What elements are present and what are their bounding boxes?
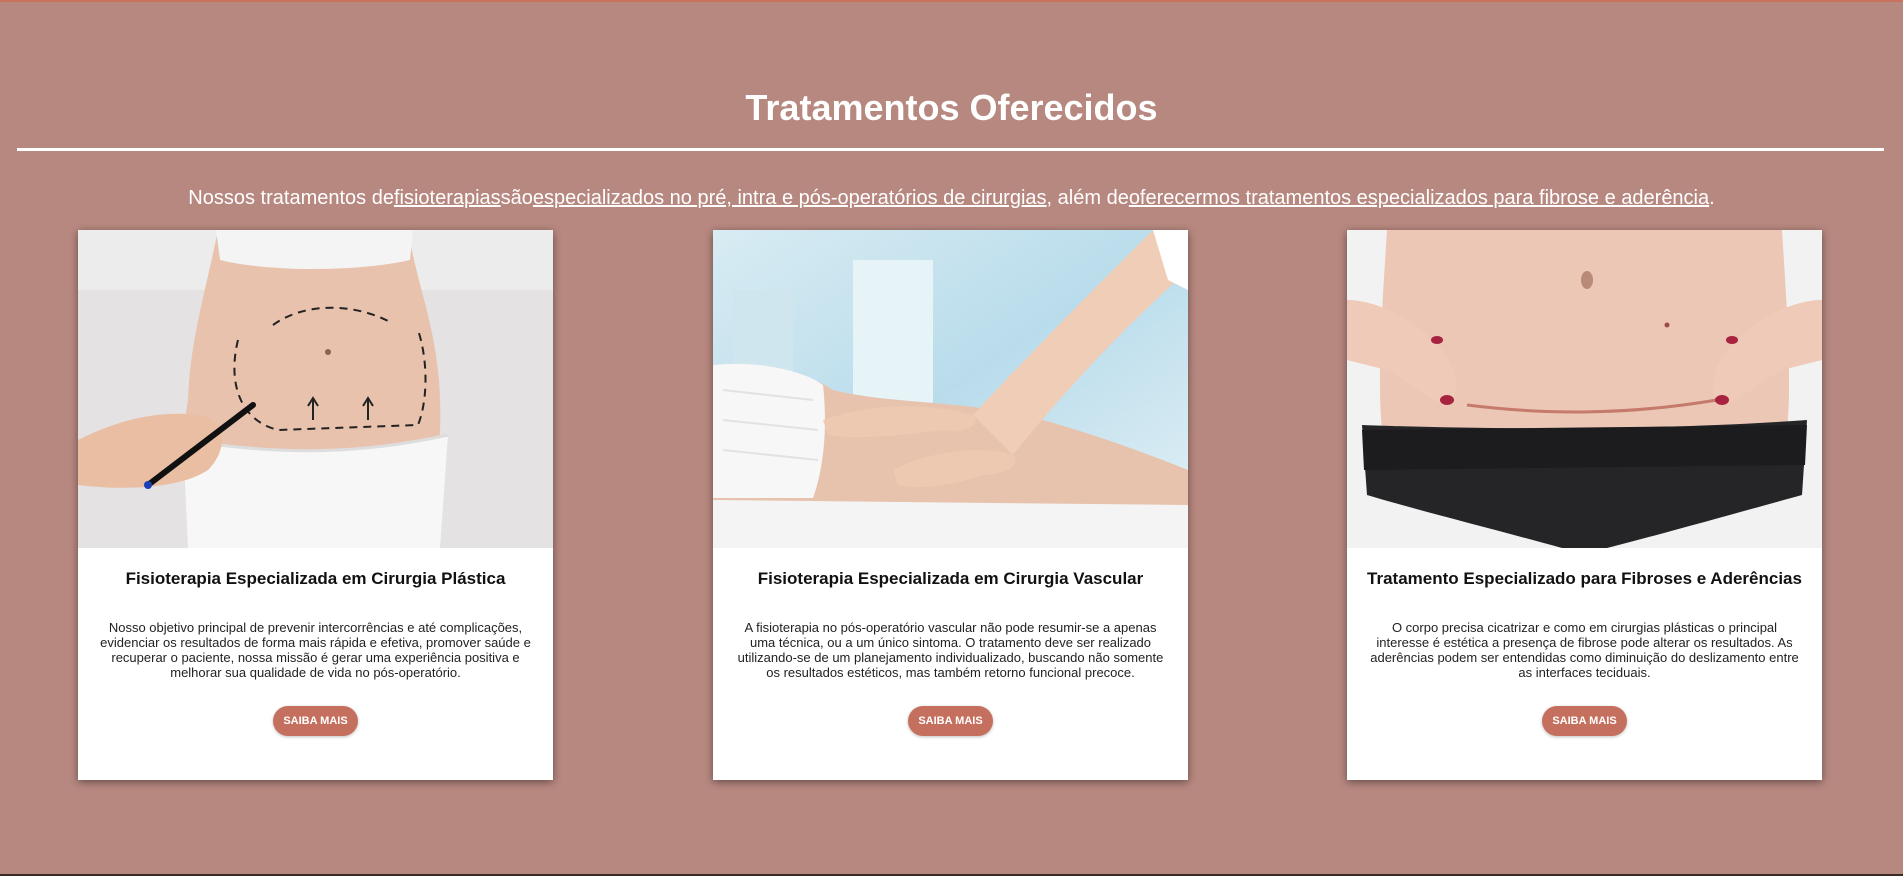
fibrosis-scar-photo: [1347, 230, 1822, 548]
title-divider: [17, 148, 1884, 151]
card-title: Fisioterapia Especializada em Cirurgia V…: [757, 569, 1144, 588]
card-description: Nosso objetivo principal de prevenir int…: [100, 620, 531, 680]
plastic-surgery-photo: [78, 230, 553, 548]
link-especializados[interactable]: especializados no pré, intra e pós-opera…: [533, 187, 1047, 209]
treatment-card-fibrosis: Tratamento Especializado para Fibroses e…: [1347, 230, 1822, 780]
card-title: Tratamento Especializado para Fibroses e…: [1367, 569, 1802, 588]
saiba-mais-button[interactable]: SAIBA MAIS: [908, 706, 993, 736]
intro-text: Nossos tratamentos defisioterapiassãoesp…: [0, 186, 1903, 210]
card-description: O corpo precisa cicatrizar e como em cir…: [1370, 620, 1799, 680]
intro-part-1: Nossos tratamentos de: [188, 187, 394, 209]
saiba-mais-button[interactable]: SAIBA MAIS: [273, 706, 358, 736]
link-fibrose-aderencia[interactable]: oferecermos tratamentos especializados p…: [1129, 187, 1709, 209]
link-fisioterapias[interactable]: fisioterapias: [394, 187, 501, 209]
section-title: Tratamentos Oferecidos: [745, 87, 1158, 128]
intro-part-2: são: [500, 187, 533, 209]
top-border: [0, 0, 1903, 2]
card-title: Fisioterapia Especializada em Cirurgia P…: [125, 569, 506, 588]
treatment-card-plastic: Fisioterapia Especializada em Cirurgia P…: [78, 230, 553, 780]
card-description: A fisioterapia no pós-operatório vascula…: [737, 620, 1164, 680]
treatment-card-vascular: Fisioterapia Especializada em Cirurgia V…: [713, 230, 1188, 780]
intro-part-3: , além de: [1046, 187, 1129, 209]
vascular-massage-photo: [713, 230, 1188, 548]
intro-part-4: .: [1709, 187, 1715, 209]
saiba-mais-button[interactable]: SAIBA MAIS: [1542, 706, 1627, 736]
